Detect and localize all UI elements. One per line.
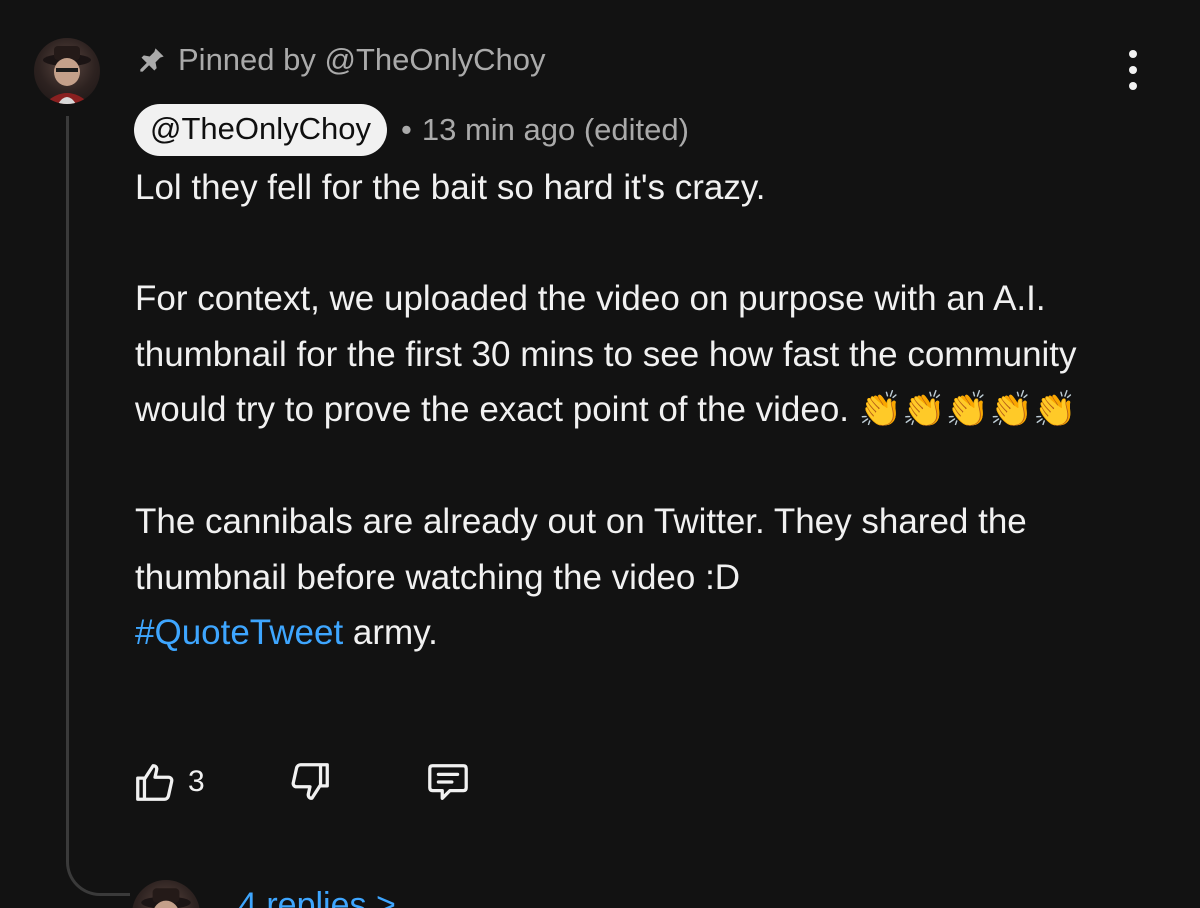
hashtag-link[interactable]: #QuoteTweet	[135, 613, 343, 652]
reply-author-avatar[interactable]	[132, 880, 200, 908]
comment-icon	[427, 764, 468, 800]
dislike-button[interactable]	[287, 759, 333, 805]
comment-paragraph-3-text: The cannibals are already out on Twitter…	[135, 502, 1027, 597]
like-button[interactable]: 3	[132, 759, 205, 805]
pin-icon	[140, 48, 164, 72]
comment-line-1: Lol they fell for the bait so hard it's …	[135, 168, 766, 207]
author-handle-chip[interactable]: @TheOnlyChoy	[134, 104, 387, 156]
avatar-image	[43, 46, 91, 104]
comment-actions: 3	[132, 756, 471, 808]
like-count: 3	[188, 765, 205, 798]
reply-button[interactable]	[425, 759, 471, 805]
more-vertical-icon-dot	[1129, 66, 1137, 74]
thumbs-down-icon	[291, 763, 329, 800]
reply-avatar-image	[141, 888, 191, 908]
more-vertical-icon-dot	[1129, 82, 1137, 90]
comment-thread: Pinned by @TheOnlyChoy @TheOnlyChoy • 13…	[0, 0, 1200, 908]
more-options-button[interactable]	[1118, 50, 1148, 90]
replies-label: 4 replies	[238, 886, 367, 908]
comment-paragraph-2: For context, we uploaded the video on pu…	[135, 271, 1135, 439]
author-avatar[interactable]	[34, 38, 100, 104]
comment-paragraph-3: The cannibals are already out on Twitter…	[135, 494, 1135, 661]
view-replies-button[interactable]: 4 replies >	[238, 886, 396, 908]
thumbs-up-icon	[136, 764, 174, 801]
comment-paragraph-3-end: army.	[343, 613, 438, 652]
clapping-hands-emoji: 👏👏👏👏👏	[858, 390, 1077, 430]
comment-timestamp[interactable]: 13 min ago (edited)	[422, 112, 689, 148]
more-vertical-icon	[1129, 50, 1137, 58]
pinned-label: Pinned by @TheOnlyChoy	[178, 42, 546, 77]
chevron-right-icon: >	[375, 886, 396, 908]
comment-meta: @TheOnlyChoy • 13 min ago (edited)	[134, 104, 689, 156]
meta-separator: •	[401, 112, 412, 147]
thread-connector-line	[66, 116, 130, 896]
pinned-indicator: Pinned by @TheOnlyChoy	[138, 38, 546, 82]
comment-text: Lol they fell for the bait so hard it's …	[135, 160, 1135, 661]
